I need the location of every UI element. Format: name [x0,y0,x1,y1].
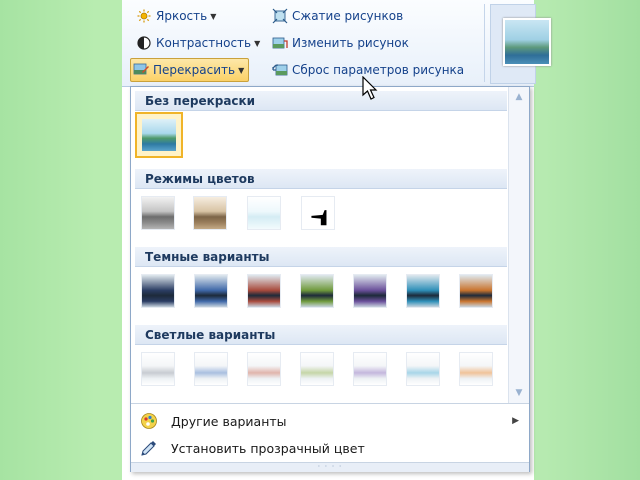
dropdown-footer: Другие варианты ▶ Установить прозрачный … [131,403,529,472]
picture-style-thumbnail[interactable] [503,18,551,66]
chevron-down-icon: ▼ [254,38,261,48]
section-no-recolor-header: Без перекраски [135,91,507,111]
mouse-cursor-icon [362,76,378,100]
compress-icon [272,8,288,24]
thumbnail-image [354,275,386,307]
recolor-option-grayscale[interactable] [141,196,175,230]
set-transparent-color-menu-item[interactable]: Установить прозрачный цвет [131,435,529,461]
more-variants-label: Другие варианты [171,413,287,429]
section-light-variants-row [135,346,507,392]
recolor-option-dark-5[interactable] [353,274,387,308]
thumbnail-image [195,353,227,385]
thumbnail-image [142,275,174,307]
contrast-button[interactable]: Контрастность ▼ [136,32,260,54]
recolor-option-washout[interactable] [247,196,281,230]
group-separator [484,4,485,82]
compress-label: Сжатие рисунков [292,9,404,23]
recolor-option-light-6[interactable] [406,352,440,386]
thumbnail-image [142,119,176,151]
change-picture-button[interactable]: Изменить рисунок [272,32,409,54]
more-variants-menu-item[interactable]: Другие варианты ▶ [131,408,529,434]
submenu-arrow-icon: ▶ [512,416,519,426]
recolor-option-dark-2[interactable] [194,274,228,308]
eyedropper-icon [139,438,159,458]
section-dark-variants-header: Темные варианты [135,247,507,267]
thumbnail-image [301,353,333,385]
recolor-option-dark-6[interactable] [406,274,440,308]
ribbon-picture-tools: Яркость ▼ Контрастность ▼ Перекрасить ▼ … [122,0,551,87]
resize-grip[interactable]: · · · · [131,462,529,472]
recolor-option-sepia[interactable] [193,196,227,230]
thumbnail-image [407,353,439,385]
thumbnail-image [407,275,439,307]
section-dark-variants-row [135,268,507,314]
section-color-modes-row [135,190,507,236]
recolor-option-dark-1[interactable] [141,274,175,308]
thumbnail-image [142,353,174,385]
thumbnail-image [195,275,227,307]
recolor-option-dark-7[interactable] [459,274,493,308]
scroll-up-arrow-icon[interactable]: ▲ [513,91,525,103]
brightness-button[interactable]: Яркость ▼ [136,5,216,27]
section-color-modes-header: Режимы цветов [135,169,507,189]
recolor-option-light-1[interactable] [141,352,175,386]
dropdown-scrollbar[interactable]: ▲ ▼ [508,87,529,403]
recolor-option-dark-4[interactable] [300,274,334,308]
reset-picture-label: Сброс параметров рисунка [292,63,465,77]
recolor-option-black-and-white[interactable] [301,196,335,230]
recolor-option-dark-3[interactable] [247,274,281,308]
recolor-option-light-5[interactable] [353,352,387,386]
set-transparent-label: Установить прозрачный цвет [171,440,365,456]
section-light-variants-header: Светлые варианты [135,325,507,345]
thumbnail-image [354,353,386,385]
black-and-white-thumbnail [302,197,334,229]
chevron-down-icon: ▼ [238,65,245,75]
section-no-recolor-row [135,112,507,158]
thumbnail-image [301,275,333,307]
thumbnail-image [248,353,280,385]
recolor-option-light-3[interactable] [247,352,281,386]
sun-icon [136,8,152,24]
recolor-dropdown: ▲ ▼ Без перекраски Режимы цветов Темные … [130,86,530,472]
recolor-option-light-4[interactable] [300,352,334,386]
recolor-button[interactable]: Перекрасить ▼ [130,58,250,82]
recolor-label: Перекрасить [153,63,236,77]
change-picture-icon [272,35,288,51]
recolor-option-light-7[interactable] [459,352,493,386]
color-palette-icon [139,411,159,431]
app-window: Яркость ▼ Контрастность ▼ Перекрасить ▼ … [122,0,551,480]
picture-styles-gallery[interactable] [490,4,551,84]
brightness-label: Яркость [156,9,208,23]
scroll-down-arrow-icon[interactable]: ▼ [513,387,525,399]
thumbnail-image [460,275,492,307]
thumbnail-image [248,275,280,307]
change-picture-label: Изменить рисунок [292,36,409,50]
chevron-down-icon: ▼ [210,11,217,21]
recolor-option-original[interactable] [135,112,183,158]
recolor-icon [133,62,149,78]
recolor-option-light-2[interactable] [194,352,228,386]
compress-pictures-button[interactable]: Сжатие рисунков [272,5,403,27]
contrast-icon [136,35,152,51]
thumbnail-image [460,353,492,385]
contrast-label: Контрастность [156,36,252,50]
reset-picture-icon [272,62,288,78]
